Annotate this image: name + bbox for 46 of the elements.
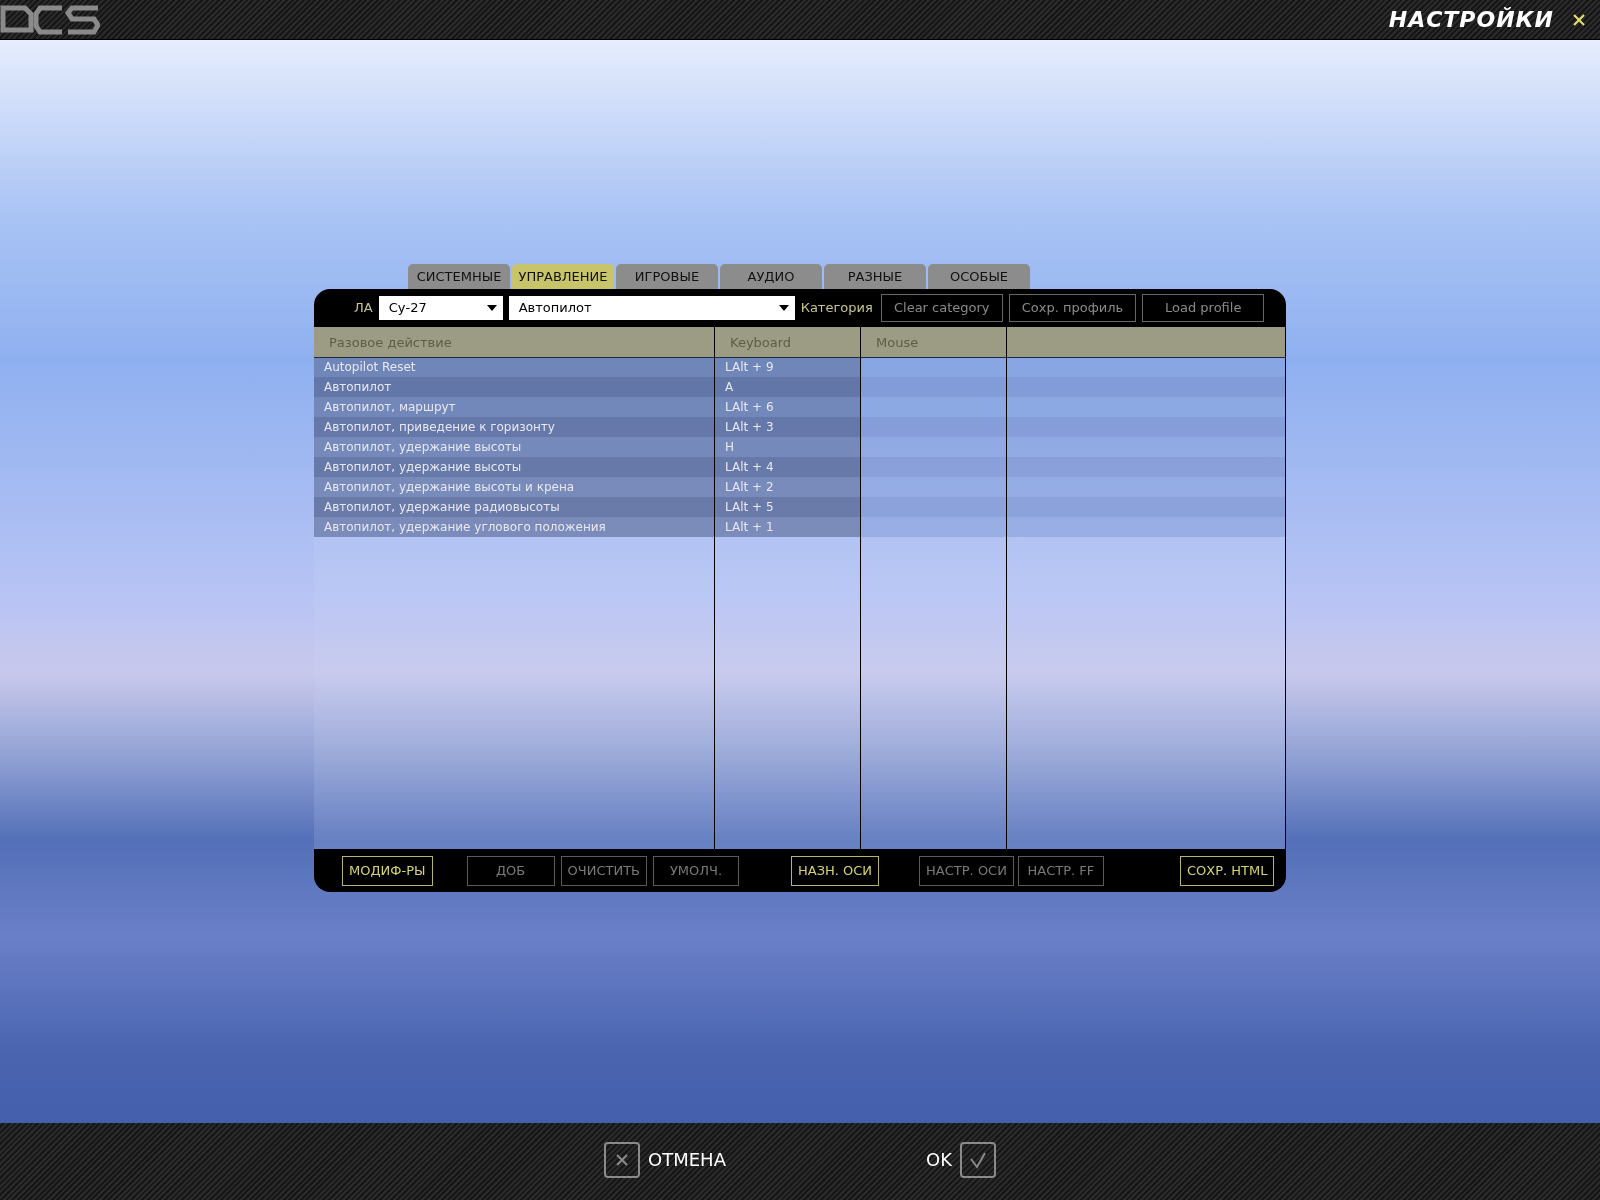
column-header: Keyboard — [715, 327, 861, 358]
tab[interactable]: СИСТЕМНЫЕ — [408, 264, 510, 289]
window-title: НАСТРОЙКИ — [1388, 7, 1554, 32]
table-cell: Автопилот, маршрут — [314, 397, 714, 417]
table-cell: LAlt + 5 — [715, 497, 860, 517]
tab[interactable]: УПРАВЛЕНИЕ — [512, 264, 614, 289]
table-cell: Автопилот, удержание радиовысоты — [314, 497, 714, 517]
tab[interactable]: АУДИО — [720, 264, 822, 289]
aircraft-label: ЛА — [354, 300, 373, 315]
table-cell: Автопилот, приведение к горизонту — [314, 417, 714, 437]
table-cell: LAlt + 6 — [715, 397, 860, 417]
table-cell: LAlt + 4 — [715, 457, 860, 477]
toolbar-button[interactable]: Clear category — [880, 293, 1003, 322]
table-cell: Автопилот, удержание высоты — [314, 437, 714, 457]
table-cell: Автопилот, удержание углового положения — [314, 517, 714, 537]
ok-button[interactable]: OK — [925, 1141, 996, 1178]
action-button[interactable]: МОДИФ-РЫ — [342, 855, 433, 886]
table-cell: H — [715, 437, 860, 457]
action-button[interactable]: СОХР. HTML — [1179, 855, 1275, 886]
table-cell: A — [715, 377, 860, 397]
close-button[interactable] — [1572, 12, 1586, 27]
table-cell: LAlt + 2 — [715, 477, 860, 497]
table-cell: LAlt + 3 — [715, 417, 860, 437]
category-label: Категория — [800, 300, 873, 315]
aircraft-dropdown[interactable]: Су-27 — [378, 295, 503, 320]
table-cell: Автопилот — [314, 377, 714, 397]
tab[interactable]: РАЗНЫЕ — [824, 264, 926, 289]
table-cell: LAlt + 1 — [715, 517, 860, 537]
check-icon — [959, 1141, 996, 1178]
toolbar-button[interactable]: Load profile — [1142, 293, 1265, 322]
category-dropdown[interactable]: Автопилот — [508, 295, 795, 320]
tab[interactable]: ИГРОВЫЕ — [616, 264, 718, 289]
caret-icon — [778, 304, 789, 311]
table-cell: LAlt + 9 — [715, 357, 860, 377]
table-cell: Автопилот, удержание высоты — [314, 457, 714, 477]
caret-icon — [486, 304, 497, 311]
table-cell: Автопилот, удержание высоты и крена — [314, 477, 714, 497]
table-cell: Autopilot Reset — [314, 357, 714, 377]
close-icon — [604, 1141, 641, 1178]
tab[interactable]: ОСОБЫЕ — [928, 264, 1030, 289]
close-icon — [1572, 12, 1586, 27]
cancel-button[interactable]: ОТМЕНА — [604, 1141, 726, 1178]
toolbar-button[interactable]: Сохр. профиль — [1008, 293, 1137, 322]
column-header: Mouse — [861, 327, 1007, 358]
column-header: Разовое действие — [314, 327, 715, 358]
action-button[interactable]: НАЗН. ОСИ — [791, 855, 880, 886]
